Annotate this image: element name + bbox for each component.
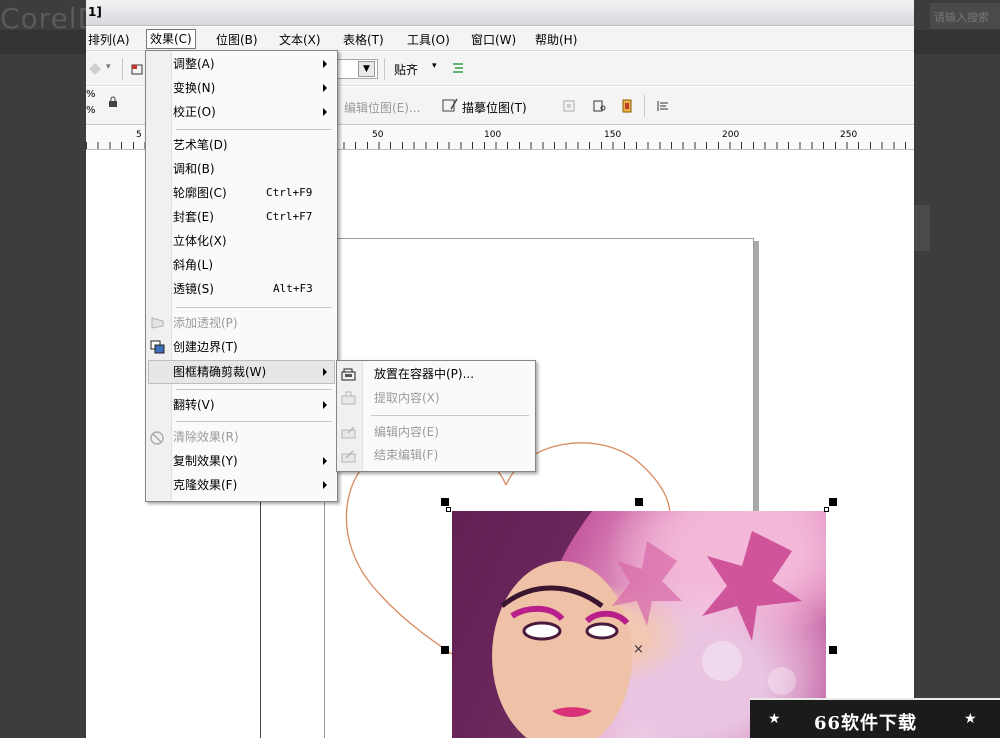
menu-item-transform[interactable]: 变换(N) xyxy=(173,76,215,100)
toolbar-separator xyxy=(384,58,385,80)
menu-separator xyxy=(176,421,332,422)
shortcut-lens: Alt+F3 xyxy=(273,282,313,295)
menu-table[interactable]: 表格(T) xyxy=(343,31,384,48)
menu-tools[interactable]: 工具(O) xyxy=(407,31,450,48)
menu-item-extrude[interactable]: 立体化(X) xyxy=(173,229,227,253)
snap-options-icon[interactable] xyxy=(451,61,465,75)
extract-contents-icon xyxy=(341,391,356,405)
submenu-arrow-icon xyxy=(323,60,327,68)
selection-handle[interactable] xyxy=(635,498,643,506)
selection-handle[interactable] xyxy=(829,498,837,506)
menu-item-blend[interactable]: 调和(B) xyxy=(173,157,215,181)
ruler-label: 50 xyxy=(372,130,384,140)
place-in-container-icon xyxy=(341,368,356,381)
crop-bitmap-icon[interactable] xyxy=(592,99,606,113)
menu-item-correction[interactable]: 校正(O) xyxy=(173,100,216,124)
menu-text[interactable]: 文本(X) xyxy=(279,31,321,48)
menu-bitmaps[interactable]: 位图(B) xyxy=(216,31,258,48)
chevron-down-icon[interactable]: ▼ xyxy=(358,61,375,77)
menu-arrange[interactable]: 排列(A) xyxy=(88,31,130,48)
submenu-arrow-icon xyxy=(323,481,327,489)
selection-handle[interactable] xyxy=(829,646,837,654)
node-handle[interactable] xyxy=(824,507,829,512)
menu-effects[interactable]: 效果(C) xyxy=(146,29,196,49)
bitmap-mask-icon[interactable] xyxy=(562,99,576,113)
site-search-input[interactable]: 请输入搜索 xyxy=(930,3,1000,29)
ruler-label: 200 xyxy=(722,130,740,140)
menu-separator xyxy=(176,307,332,308)
trace-bitmap-button[interactable]: 描摹位图(T) xyxy=(462,99,527,116)
menu-item-powerclip[interactable]: 图框精确剪裁(W) xyxy=(173,360,266,384)
menu-item-contour[interactable]: 轮廓图(C) xyxy=(173,181,227,205)
submenu-arrow-icon xyxy=(323,108,327,116)
edit-bitmap-button[interactable]: 编辑位图(E)... xyxy=(344,99,420,116)
menu-item-finish-editing[interactable]: 结束编辑(F) xyxy=(374,443,438,467)
import-icon[interactable] xyxy=(130,62,144,76)
powerclip-submenu: 放置在容器中(P)... 提取内容(X) 编辑内容(E) 结束编辑(F) xyxy=(336,360,536,472)
percent-icon: % xyxy=(86,89,96,100)
ruler-label: 5 xyxy=(136,130,142,140)
finish-editing-icon xyxy=(341,450,356,463)
shortcut-envelope: Ctrl+F7 xyxy=(266,210,313,223)
clear-effect-icon xyxy=(150,431,164,445)
menu-help[interactable]: 帮助(H) xyxy=(535,31,577,48)
menu-item-extract-contents[interactable]: 提取内容(X) xyxy=(374,386,440,410)
menu-item-clone-effect[interactable]: 克隆效果(F) xyxy=(173,473,237,497)
site-watermark: ★ 66软件下载 ★ xyxy=(750,698,1000,738)
trace-bitmap-icon[interactable] xyxy=(442,97,458,113)
submenu-arrow-icon xyxy=(323,84,327,92)
menu-item-artistic-media[interactable]: 艺术笔(D) xyxy=(173,133,228,157)
resample-icon[interactable] xyxy=(620,99,634,113)
submenu-arrow-icon xyxy=(323,368,327,376)
menu-window[interactable]: 窗口(W) xyxy=(471,31,516,48)
menu-item-clear-effect[interactable]: 清除效果(R) xyxy=(173,425,239,449)
ruler-label: 250 xyxy=(840,130,858,140)
align-icon[interactable] xyxy=(656,99,670,113)
menu-item-add-perspective[interactable]: 添加透视(P) xyxy=(173,311,238,335)
center-marker-icon: × xyxy=(633,642,644,657)
edit-contents-icon xyxy=(341,426,356,439)
selection-handle[interactable] xyxy=(441,646,449,654)
menu-item-envelope[interactable]: 封套(E) xyxy=(173,205,214,229)
submenu-arrow-icon xyxy=(323,401,327,409)
ruler-label: 150 xyxy=(604,130,622,140)
menu-item-edit-contents[interactable]: 编辑内容(E) xyxy=(374,420,439,444)
window-titlebar: 1] xyxy=(86,0,914,26)
dropdown-arrow-icon: ▾ xyxy=(106,62,111,72)
snap-dropdown-icon[interactable]: ▾ xyxy=(432,61,437,71)
menu-separator xyxy=(371,415,529,416)
menu-item-place-in-container[interactable]: 放置在容器中(P)... xyxy=(374,362,474,386)
menu-separator xyxy=(176,129,332,130)
toolbar-separator xyxy=(122,58,123,80)
menu-item-flip[interactable]: 翻转(V) xyxy=(173,393,215,417)
submenu-arrow-icon xyxy=(323,457,327,465)
toolbar-separator xyxy=(644,95,645,117)
menu-item-create-boundary[interactable]: 创建边界(T) xyxy=(173,335,238,359)
star-icon: ★ xyxy=(768,711,781,727)
ruler-label: 100 xyxy=(484,130,502,140)
menu-separator xyxy=(176,389,332,390)
diamond-icon xyxy=(89,63,101,75)
effects-menu: 调整(A) 变换(N) 校正(O) 艺术笔(D) 调和(B) 轮廓图(C) Ct… xyxy=(145,50,338,502)
boundary-icon xyxy=(150,340,165,354)
menu-item-bevel[interactable]: 斜角(L) xyxy=(173,253,213,277)
perspective-icon xyxy=(151,317,164,329)
watermark-text: 66软件下载 xyxy=(814,713,918,734)
percent-icon-2: % xyxy=(86,105,96,116)
lock-icon[interactable] xyxy=(106,95,120,109)
node-handle[interactable] xyxy=(446,507,451,512)
window-title: 1] xyxy=(88,5,102,19)
menu-item-copy-effect[interactable]: 复制效果(Y) xyxy=(173,449,238,473)
menu-bar: 排列(A) 效果(C) 位图(B) 文本(X) 表格(T) 工具(O) 窗口(W… xyxy=(86,27,914,51)
selection-handle[interactable] xyxy=(441,498,449,506)
site-side-panel xyxy=(914,205,930,251)
menu-item-lens[interactable]: 透镜(S) xyxy=(173,277,214,301)
star-icon: ★ xyxy=(964,711,977,727)
shortcut-contour: Ctrl+F9 xyxy=(266,186,313,199)
menu-item-adjust[interactable]: 调整(A) xyxy=(173,52,215,76)
snap-button[interactable]: 贴齐 xyxy=(394,61,418,78)
